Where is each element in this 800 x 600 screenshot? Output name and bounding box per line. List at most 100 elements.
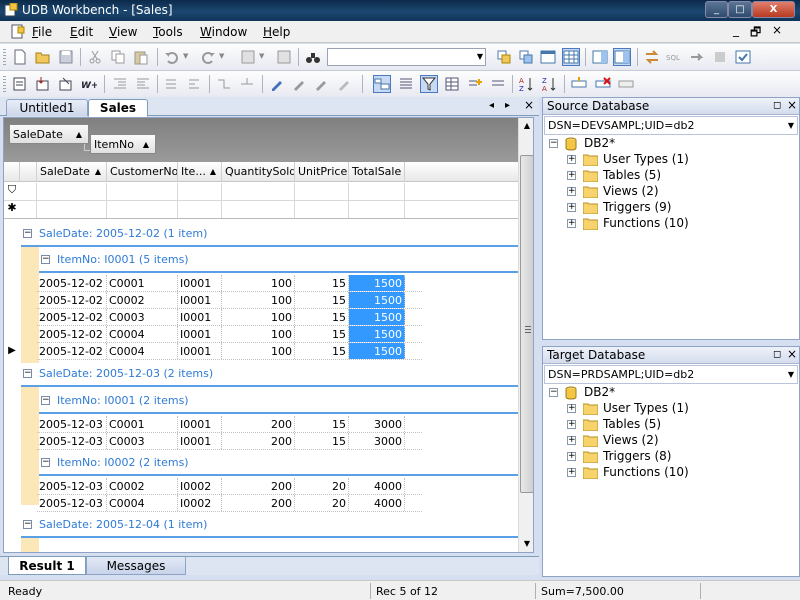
group-row[interactable]: − SaleDate: 2005-12-03 (2 items) <box>4 361 518 387</box>
expand-icon[interactable]: + <box>567 187 576 196</box>
collapse-icon[interactable]: − <box>23 520 32 529</box>
comment-icon[interactable] <box>163 76 179 92</box>
expand-icon[interactable]: + <box>567 404 576 413</box>
expand-icon[interactable]: + <box>567 219 576 228</box>
subgroup-row[interactable]: − ItemNo: I0002 (2 items) <box>4 450 518 476</box>
scroll-down-icon[interactable]: ▼ <box>520 536 533 552</box>
filter-row[interactable]: ⛉ <box>4 183 518 201</box>
scroll-up-icon[interactable]: ▲ <box>520 118 533 134</box>
delete-row-icon[interactable] <box>595 76 611 92</box>
wrap-icon[interactable]: W+ <box>81 76 97 92</box>
collapse-icon[interactable]: − <box>549 139 558 148</box>
table-row[interactable] <box>37 343 422 360</box>
float-icon[interactable]: ◻ <box>773 100 781 111</box>
paste-icon[interactable] <box>133 49 149 65</box>
marker-icon[interactable] <box>313 76 329 92</box>
column-header-customerno[interactable]: CustomerNo <box>107 162 178 182</box>
import-icon[interactable] <box>58 76 74 92</box>
goto-icon[interactable] <box>216 76 232 92</box>
add-column-icon[interactable] <box>467 76 483 92</box>
menu-file[interactable]: File <box>32 25 52 39</box>
toolbar-grip-2[interactable] <box>3 76 6 93</box>
mdi-restore-button[interactable]: 🗗 <box>750 23 761 44</box>
subgroup-row[interactable]: − ItemNo: I0001 (2 items) <box>4 388 518 414</box>
layout-icon[interactable] <box>592 49 608 65</box>
column-header-itemno[interactable]: Ite... ▲ <box>178 162 222 182</box>
table-row[interactable] <box>37 416 422 433</box>
group-by-saledate[interactable]: SaleDate ▲ <box>9 124 89 144</box>
tab-sales[interactable]: Sales <box>88 99 148 117</box>
uncomment-icon[interactable] <box>186 76 202 92</box>
menu-tools[interactable]: Tools <box>153 25 183 39</box>
options-icon[interactable] <box>735 49 751 65</box>
sql-icon[interactable]: SQL <box>666 49 682 65</box>
close-button[interactable]: X <box>752 1 795 18</box>
insert-line-icon[interactable] <box>239 76 255 92</box>
group-box-icon[interactable] <box>373 75 391 93</box>
toolbar-grip[interactable] <box>3 49 6 66</box>
pen-icon[interactable] <box>269 76 285 92</box>
tab-messages[interactable]: Messages <box>86 557 186 575</box>
open-folder-icon[interactable] <box>35 49 51 65</box>
split-view-icon[interactable] <box>613 48 631 66</box>
float-icon[interactable]: ◻ <box>773 349 781 360</box>
run-icon[interactable] <box>276 49 292 65</box>
collapse-icon[interactable]: − <box>549 388 558 397</box>
redo-icon[interactable] <box>200 49 216 65</box>
filter-icon[interactable] <box>420 75 438 93</box>
column-header-unitprice[interactable]: UnitPrice <box>295 162 349 182</box>
arrow-right-icon[interactable] <box>689 49 705 65</box>
table-row[interactable] <box>37 275 422 292</box>
undo-icon[interactable] <box>164 49 180 65</box>
indent-icon[interactable] <box>240 49 256 65</box>
grid-view-icon[interactable] <box>562 48 580 66</box>
collapse-icon[interactable]: − <box>23 229 32 238</box>
new-row[interactable]: ✱ <box>4 201 518 219</box>
find-combo[interactable]: ▼ <box>327 48 486 66</box>
compare-icon[interactable] <box>518 49 534 65</box>
stop-icon[interactable] <box>712 49 728 65</box>
table-row[interactable] <box>37 478 422 495</box>
scroll-thumb[interactable] <box>520 155 533 493</box>
column-header-totalsale[interactable]: TotalSale <box>349 162 405 182</box>
collapse-icon[interactable]: − <box>23 369 32 378</box>
expand-icon[interactable]: + <box>567 468 576 477</box>
collapse-icon[interactable]: − <box>41 458 50 467</box>
insert-row-icon[interactable] <box>571 76 587 92</box>
expand-icon[interactable]: + <box>567 420 576 429</box>
group-row[interactable]: − SaleDate: 2005-12-04 (1 item) <box>4 512 518 538</box>
query-icon[interactable] <box>12 76 28 92</box>
table-row[interactable] <box>37 495 422 512</box>
expand-icon[interactable]: + <box>567 436 576 445</box>
menu-view[interactable]: View <box>109 25 137 39</box>
cut-icon[interactable] <box>87 49 103 65</box>
minimize-button[interactable]: _ <box>705 1 728 18</box>
window-icon[interactable] <box>540 49 556 65</box>
columns-icon[interactable] <box>398 76 414 92</box>
table-row[interactable] <box>37 292 422 309</box>
redo-dropdown-icon[interactable]: ▼ <box>219 52 224 60</box>
group-row[interactable]: − SaleDate: 2005-12-02 (1 item) <box>4 221 518 247</box>
subgroup-row[interactable]: − ItemNo: I0001 (5 items) <box>4 247 518 273</box>
copy-to-target-icon[interactable] <box>496 49 512 65</box>
collapse-icon[interactable]: − <box>41 396 50 405</box>
binoculars-icon[interactable] <box>305 49 321 65</box>
export-icon[interactable] <box>35 76 51 92</box>
undo-dropdown-icon[interactable]: ▼ <box>183 52 188 60</box>
tab-scroll-right-icon[interactable]: ▸ <box>505 100 510 111</box>
indent-more-icon[interactable] <box>135 76 151 92</box>
sync-icon[interactable] <box>644 49 660 65</box>
mdi-close-button[interactable]: × <box>772 23 782 37</box>
source-dsn-select[interactable]: DSN=DEVSAMPL;UID=db2 ▼ <box>544 116 798 135</box>
copy-icon[interactable] <box>110 49 126 65</box>
remove-column-icon[interactable] <box>490 76 506 92</box>
close-icon[interactable]: × <box>787 347 797 361</box>
tab-result-1[interactable]: Result 1 <box>8 557 86 575</box>
save-icon[interactable] <box>58 49 74 65</box>
sort-ascending-icon[interactable]: AZ <box>518 76 534 92</box>
expand-icon[interactable]: + <box>567 203 576 212</box>
outdent-icon[interactable] <box>112 76 128 92</box>
brush-icon[interactable] <box>291 76 307 92</box>
tab-close-icon[interactable]: × <box>524 98 534 112</box>
table-row[interactable] <box>37 326 422 343</box>
